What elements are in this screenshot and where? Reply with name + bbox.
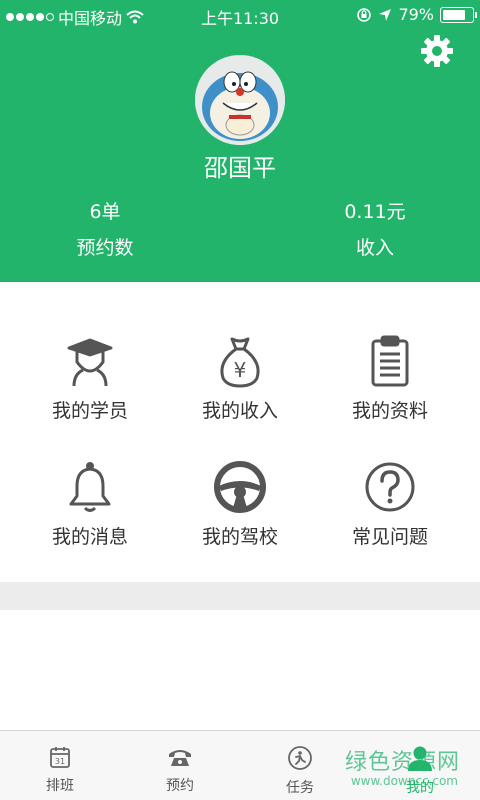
avatar-image (195, 55, 285, 145)
money-bag-icon: ¥ (220, 337, 260, 388)
phone-icon (169, 750, 191, 766)
menu-label: 我的驾校 (201, 526, 278, 548)
question-icon (365, 462, 415, 512)
calendar-icon: 31 (50, 747, 70, 768)
location-icon (379, 8, 392, 21)
avatar[interactable] (195, 55, 285, 145)
watermark-url: www.downcc.com (350, 774, 458, 788)
section-divider (0, 582, 480, 610)
bell-icon (69, 462, 111, 512)
menu-item-my-driving-school[interactable]: 我的驾校 (160, 460, 320, 580)
empty-area (0, 610, 480, 730)
menu-item-my-income[interactable]: ¥ 我的收入 (160, 334, 320, 454)
clipboard-icon (371, 335, 409, 387)
orders-value: 6单 (89, 201, 121, 223)
menu-item-my-profile[interactable]: 我的资料 (310, 334, 470, 454)
steering-wheel-icon (214, 461, 266, 513)
battery-icon (440, 6, 477, 23)
menu-item-faq[interactable]: 常见问题 (310, 460, 470, 580)
menu-label: 我的消息 (51, 526, 128, 548)
menu-label: 我的资料 (351, 400, 428, 422)
menu-item-my-students[interactable]: 我的学员 (10, 334, 170, 454)
tab-schedule[interactable]: 31 排班 (0, 731, 120, 800)
menu-item-my-messages[interactable]: 我的消息 (10, 460, 170, 580)
settings-gear-icon[interactable] (420, 34, 454, 68)
tab-tasks[interactable]: 任务 (240, 731, 360, 800)
user-name: 邵国平 (204, 154, 276, 182)
task-icon (288, 746, 312, 770)
income-label: 收入 (355, 237, 394, 259)
tab-label: 排班 (46, 778, 74, 794)
profile-header: 中国移动 上午11:30 79% 邵国平 6单 预约数 0.11元 收入 (0, 0, 480, 282)
orders-stat[interactable]: 6单 预约数 (25, 198, 185, 262)
tab-label: 预约 (166, 778, 194, 794)
status-bar: 中国移动 上午11:30 79% (0, 0, 480, 30)
orders-label: 预约数 (76, 237, 134, 259)
watermark-text: 绿色资源网 (344, 750, 460, 775)
tab-label: 任务 (286, 780, 314, 796)
income-stat[interactable]: 0.11元 收入 (295, 198, 455, 262)
menu-label: 常见问题 (351, 526, 428, 548)
battery-percent: 79% (398, 5, 434, 24)
menu-label: 我的学员 (51, 400, 128, 422)
calendar-day: 31 (55, 757, 65, 766)
svg-text:¥: ¥ (234, 358, 247, 382)
graduate-icon (67, 338, 113, 387)
income-value: 0.11元 (344, 201, 406, 223)
orientation-lock-icon (357, 7, 372, 22)
menu-grid: 我的学员 ¥ 我的收入 我的资料 我的消息 我的驾校 常见问题 (0, 282, 480, 582)
tab-appointment[interactable]: 预约 (120, 731, 240, 800)
menu-label: 我的收入 (201, 400, 278, 422)
status-right: 79% (356, 5, 477, 24)
